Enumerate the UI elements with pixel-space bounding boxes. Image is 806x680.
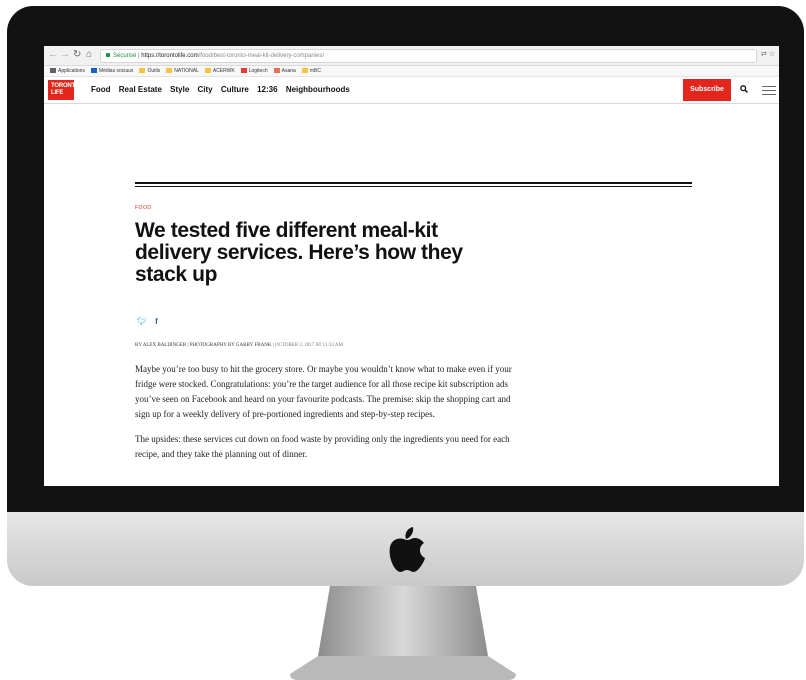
folder-icon — [240, 68, 247, 74]
bookmark-label: ACERWK — [212, 68, 235, 74]
bookmark-item[interactable]: Applications — [50, 66, 85, 76]
article-paragraph: The upsides: these services cut down on … — [135, 434, 510, 459]
back-icon[interactable]: ← — [48, 49, 58, 61]
logo-line-2: LIFE — [51, 90, 64, 96]
nav-item-city[interactable]: City — [198, 85, 213, 94]
main-nav: Food Real Estate Style City Culture 12:3… — [91, 85, 356, 94]
twitter-icon[interactable]: 🐦︎ — [137, 317, 147, 326]
url-path: /food/best-toronto-meal-kit-delivery-com… — [198, 53, 325, 59]
bookmark-label: Applications — [58, 68, 85, 74]
apps-grid-icon — [50, 68, 56, 74]
bookmark-item[interactable]: NATIONAL — [166, 66, 199, 76]
subscribe-button[interactable]: Subscribe — [683, 79, 731, 101]
search-icon[interactable] — [740, 85, 748, 93]
nav-item-style[interactable]: Style — [170, 85, 189, 94]
address-bar[interactable]: Sécurisé | https://torontolife.com/food/… — [100, 49, 757, 63]
nav-item-food[interactable]: Food — [91, 85, 111, 94]
bookmark-item[interactable]: mBC — [301, 66, 321, 76]
reload-icon[interactable]: ↻ — [73, 49, 81, 61]
toronto-life-logo[interactable]: TORONTO LIFE — [48, 80, 80, 100]
nav-item-1236[interactable]: 12:36 — [257, 85, 277, 94]
hamburger-menu-icon[interactable] — [762, 86, 776, 95]
article-category[interactable]: FOOD — [135, 205, 151, 211]
folder-icon — [204, 68, 211, 74]
article-byline: BY ALEX BALDINGER | PHOTOGRAPHY BY GABBY… — [135, 343, 343, 348]
monitor-stand — [290, 586, 516, 680]
folder-icon — [90, 68, 97, 74]
toolbar-right-icons: ⇄ ☆ — [761, 50, 775, 58]
article-top-rule-thin — [135, 186, 692, 187]
security-label: Sécurisé — [113, 53, 137, 59]
share-buttons: 🐦︎ f — [137, 317, 158, 326]
bookmark-item[interactable]: Asana — [273, 66, 296, 76]
nav-item-neighbourhoods[interactable]: Neighbourhoods — [286, 85, 350, 94]
bookmark-label: Asana — [281, 68, 296, 74]
nav-item-real-estate[interactable]: Real Estate — [119, 85, 162, 94]
folder-icon — [166, 68, 173, 74]
article-headline: We tested five different meal-kit delive… — [135, 219, 463, 286]
monitor-bezel: ← → ↻ ⌂ Sécurisé | https://torontolife.c… — [7, 6, 804, 512]
bookmark-item[interactable]: Médias sociaux — [90, 66, 134, 76]
home-icon[interactable]: ⌂ — [86, 49, 92, 61]
lock-icon — [106, 53, 110, 58]
folder-icon — [139, 68, 146, 74]
byline-authors: BY ALEX BALDINGER | PHOTOGRAPHY BY GABBY… — [135, 343, 274, 348]
article-paragraph: Maybe you’re too busy to hit the grocery… — [135, 364, 512, 419]
folder-icon — [273, 68, 280, 74]
browser-toolbar: ← → ↻ ⌂ Sécurisé | https://torontolife.c… — [44, 46, 779, 66]
url-host: https://torontolife.com — [141, 53, 199, 59]
article-top-rule — [135, 182, 692, 184]
forward-icon[interactable]: → — [60, 49, 70, 61]
nav-item-culture[interactable]: Culture — [221, 85, 249, 94]
translate-icon[interactable]: ⇄ — [761, 51, 767, 58]
logo-line-1: TORONTO — [51, 83, 80, 89]
bookmark-item[interactable]: Logitech — [240, 66, 268, 76]
bookmark-label: NATIONAL — [174, 68, 199, 74]
bookmark-item[interactable]: Outils — [139, 66, 160, 76]
apple-logo-icon — [389, 527, 425, 572]
browser-screen: ← → ↻ ⌂ Sécurisé | https://torontolife.c… — [44, 46, 779, 486]
folder-icon — [301, 68, 308, 74]
facebook-icon[interactable]: f — [155, 317, 158, 326]
bookmark-item[interactable]: ACERWK — [204, 66, 235, 76]
article-body: Maybe you’re too busy to hit the grocery… — [135, 362, 515, 472]
bookmark-label: Médias sociaux — [98, 68, 134, 74]
bookmark-label: Outils — [147, 68, 161, 74]
bookmark-label: Logitech — [248, 68, 268, 74]
article-date: OCTOBER 2, 2017 AT 11:33 AM — [274, 343, 343, 348]
star-icon[interactable]: ☆ — [769, 51, 775, 58]
bookmark-label: mBC — [309, 68, 321, 74]
site-header: TORONTO LIFE Food Real Estate Style City… — [44, 77, 779, 104]
bookmarks-bar: Applications Médias sociaux Outils NATIONAL… — [44, 66, 779, 77]
